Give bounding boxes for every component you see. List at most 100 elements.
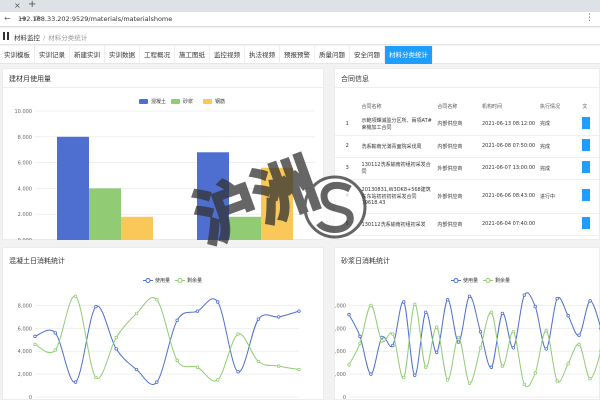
data-point	[445, 378, 450, 382]
tab-0[interactable]: 实训模板	[0, 46, 35, 64]
bar	[261, 167, 293, 240]
data-point	[53, 331, 58, 335]
concrete-line-chart: 0 2,000 4,000 6,000 8,000 使用量 剩余量	[18, 277, 301, 400]
mortar-line-chart: 0 2,000 4,000 6,000 8,000 使用量 剩余量	[335, 277, 600, 400]
tab-8[interactable]: 预报预警	[280, 46, 315, 64]
data-point	[402, 375, 406, 380]
data-point	[544, 347, 548, 351]
table-row[interactable]: 3 130112洗系输南初组初采发合同 外部供应商 2021-06-07 13:00:…	[335, 157, 599, 179]
tab-7[interactable]: 执法视频	[245, 46, 280, 64]
table-row[interactable]: 2 洗系輸南光滿青面院采伐周 内部供应商 2021-06-08 07:50:00 完成	[335, 135, 599, 157]
monthly-usage-panel: 建材月使用量 0.0002.0004.0006.0008.00010.0006月…	[2, 68, 324, 240]
data-point	[566, 314, 570, 318]
data-point	[478, 346, 483, 350]
cell-action	[580, 135, 599, 157]
data-point	[577, 333, 581, 337]
cell-time: 2021-06-08 07:50:00	[481, 143, 536, 149]
tab-6[interactable]: 监控视频	[210, 46, 245, 64]
view-button[interactable]	[582, 217, 591, 229]
data-point	[195, 365, 200, 369]
y-tick-label: 8,000	[18, 303, 32, 309]
legend-label: 剩余量	[495, 277, 510, 284]
legend-swatch	[139, 99, 148, 104]
new-tab-icon[interactable]: +	[28, 0, 36, 10]
tab-2[interactable]: 新建实训	[70, 46, 105, 64]
tab-11[interactable]: 材料分类统计	[385, 46, 433, 64]
cell-time: 2021-06-13 08:12:00	[481, 120, 536, 127]
panel-title: 建材月使用量	[9, 75, 51, 83]
cell-no: 1	[345, 120, 349, 127]
y-tick-label: 2,000	[335, 372, 346, 378]
data-point	[175, 358, 179, 363]
panel-title: 砂浆日消耗统计	[341, 257, 390, 265]
breadcrumb-separator: /	[43, 34, 46, 42]
breadcrumb-root[interactable]: 材料监控	[14, 34, 40, 42]
table-row[interactable]: 5 130112洗系输南初组初采发 内部供应商 2021-06-04 07:40:00	[335, 213, 599, 235]
data-point	[489, 365, 494, 369]
address-bar: ← → ⟳ 192.168.33.202:9529/materials/mate…	[0, 12, 600, 27]
data-point	[175, 318, 179, 323]
cell-status: 完成	[539, 143, 550, 150]
data-point	[533, 304, 537, 309]
menu-toggle-icon[interactable]	[3, 32, 9, 40]
data-point	[533, 371, 537, 375]
tab-1[interactable]: 实训记录	[35, 46, 70, 64]
url-field[interactable]: 192.168.33.202:9529/materials/materialsh…	[18, 15, 172, 23]
view-button[interactable]	[582, 189, 591, 201]
tab-5[interactable]: 施工图纸	[175, 46, 210, 64]
y-tick-label: 0	[343, 395, 346, 400]
y-tick-label: 8,000	[335, 303, 346, 309]
cell-name: 130112洗系输南初组初采发	[361, 221, 426, 228]
table-row[interactable]: 1 示範項輝滅盈分区所、兩項AT#束機加工合同 内部供应商 2021-06-13 08…	[335, 113, 599, 135]
data-point	[522, 293, 527, 297]
data-point	[155, 298, 159, 302]
cell-no: 4	[345, 193, 349, 199]
data-point	[114, 335, 118, 340]
cell-time: 2021-06-07 13:00:00	[481, 165, 536, 171]
column-header	[335, 99, 360, 113]
data-point	[434, 325, 439, 329]
data-point	[467, 381, 472, 385]
data-point	[522, 382, 527, 387]
data-point	[297, 309, 301, 313]
data-point	[413, 373, 417, 377]
data-point	[358, 341, 362, 345]
y-tick-label: 2,000	[18, 372, 32, 378]
tab-3[interactable]: 实训数据	[105, 46, 140, 64]
data-point	[256, 359, 261, 364]
bar	[229, 216, 261, 240]
data-point	[33, 334, 37, 339]
cell-time: 2021-06-04 07:40:00	[481, 221, 536, 227]
column-header: 执行情况	[539, 103, 560, 110]
legend-label: 钢筋	[215, 98, 225, 105]
view-button[interactable]	[582, 139, 591, 151]
tab-9[interactable]: 质量问题	[315, 46, 350, 64]
data-point	[500, 364, 505, 368]
data-point	[577, 342, 581, 347]
tab-4[interactable]: 工程概况	[140, 46, 175, 64]
legend-label: 剩余量	[187, 277, 202, 284]
cell-org: 内部供应商	[437, 143, 463, 150]
data-point	[155, 380, 159, 384]
data-point	[588, 299, 592, 303]
close-tab-icon[interactable]: ×	[14, 1, 21, 10]
divider	[335, 87, 599, 88]
data-point	[380, 339, 384, 343]
data-point	[456, 335, 461, 340]
data-point	[544, 328, 548, 333]
y-tick-label: 6,000	[18, 326, 32, 332]
cell-name: 示範項輝滅盈分区所、兩項AT#束機加工合同	[361, 117, 432, 131]
browser-menu-icon[interactable]: ⋮	[585, 13, 594, 23]
data-point	[276, 364, 281, 368]
view-button[interactable]	[582, 116, 591, 129]
data-point	[73, 380, 78, 384]
y-tick-label: 4.000	[18, 186, 32, 192]
tab-10[interactable]: 安全问题	[350, 46, 385, 64]
table-row[interactable]: 4 20130831,W3DK8+568建筑东东站初初初初采发合同19618.43…	[335, 179, 599, 213]
y-tick-label: 2.000	[18, 212, 32, 218]
data-point	[195, 309, 200, 313]
view-button[interactable]	[582, 161, 591, 173]
data-point	[467, 294, 472, 298]
y-tick-label: 10.000	[15, 109, 33, 115]
y-tick-label: 4,000	[18, 349, 32, 355]
